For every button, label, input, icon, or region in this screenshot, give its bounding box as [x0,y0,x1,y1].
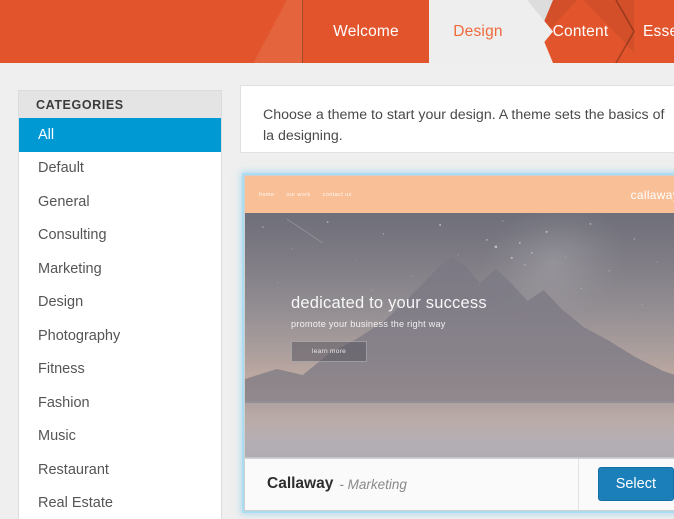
theme-card-callaway[interactable]: home our work contact us callaway dedicate… [244,175,674,511]
preview-nav-link: contact us [322,191,352,198]
preview-learn-more-button: learn more [291,341,368,362]
sidebar-item-label: Consulting [38,227,107,244]
sidebar-item-design[interactable]: Design [19,286,221,320]
sidebar-item-music[interactable]: Music [19,420,221,454]
sidebar-item-label: Music [38,428,76,445]
preview-hero: dedicated to your success promote your b… [291,294,487,362]
sidebar-item-default[interactable]: Default [19,152,221,186]
wizard-steps: Welcome Design Content Esse [0,0,674,63]
wizard-header: Welcome Design Content Esse [0,0,674,63]
preview-logo: callaway [630,187,674,202]
tab-design[interactable]: Design [428,0,553,63]
preview-hero-subtitle: promote your business the right way [291,319,446,329]
sidebar-item-consulting[interactable]: Consulting [19,219,221,253]
main-content: Choose a theme to start your design. A t… [240,63,674,519]
sidebar-item-label: Marketing [38,260,102,277]
theme-category: - Marketing [339,476,407,492]
theme-card-title-area: Callaway - Marketing [245,458,579,510]
theme-preview: home our work contact us callaway dedicate… [245,176,674,459]
tab-essentials-label: Esse [643,22,674,40]
theme-name: Callaway [267,475,334,492]
preview-nav-link: our work [286,191,311,198]
sidebar-item-label: Fashion [38,394,90,411]
categories-sidebar: CATEGORIES All Default General Consulting Ma… [18,90,222,519]
sidebar-item-label: General [38,193,90,210]
tab-content-label: Content [552,22,609,40]
lake-reflection [245,401,674,459]
tab-design-label: Design [453,22,503,40]
theme-card-footer: Callaway - Marketing Select [245,457,674,510]
preview-nav-link: home [259,191,275,198]
sidebar-item-photography[interactable]: Photography [19,319,221,353]
sidebar-item-label: Real Estate [38,495,113,512]
sidebar-item-real-estate[interactable]: Real Estate [19,487,221,519]
page-body: CATEGORIES All Default General Consulting Ma… [0,63,674,519]
tab-welcome-label: Welcome [333,22,399,40]
sidebar-item-label: Photography [38,327,121,344]
sidebar-item-fitness[interactable]: Fitness [19,353,221,387]
sidebar-item-restaurant[interactable]: Restaurant [19,453,221,487]
preview-navbar: home our work contact us callaway [245,176,674,213]
sidebar-item-label: All [38,126,55,143]
theme-chooser-app: Welcome Design Content Esse CATEGORIES A… [0,0,674,519]
sidebar-item-all[interactable]: All [19,118,221,152]
sidebar-item-label: Fitness [38,361,85,378]
sidebar-item-label: Restaurant [38,461,109,478]
tab-welcome[interactable]: Welcome [303,0,455,63]
categories-header: CATEGORIES [19,91,221,118]
sidebar-item-label: Default [38,160,84,177]
preview-nav-links: home our work contact us [245,192,352,198]
chevron-fill [429,0,455,63]
preview-hero-title: dedicated to your success [291,294,487,312]
sidebar-item-fashion[interactable]: Fashion [19,386,221,420]
select-theme-button[interactable]: Select [597,467,674,501]
sidebar-item-marketing[interactable]: Marketing [19,252,221,286]
categories-list: All Default General Consulting Marketing Desi… [19,118,221,519]
instruction-panel: Choose a theme to start your design. A t… [240,85,674,153]
sidebar-item-general[interactable]: General [19,185,221,219]
sidebar-item-label: Design [38,294,84,311]
